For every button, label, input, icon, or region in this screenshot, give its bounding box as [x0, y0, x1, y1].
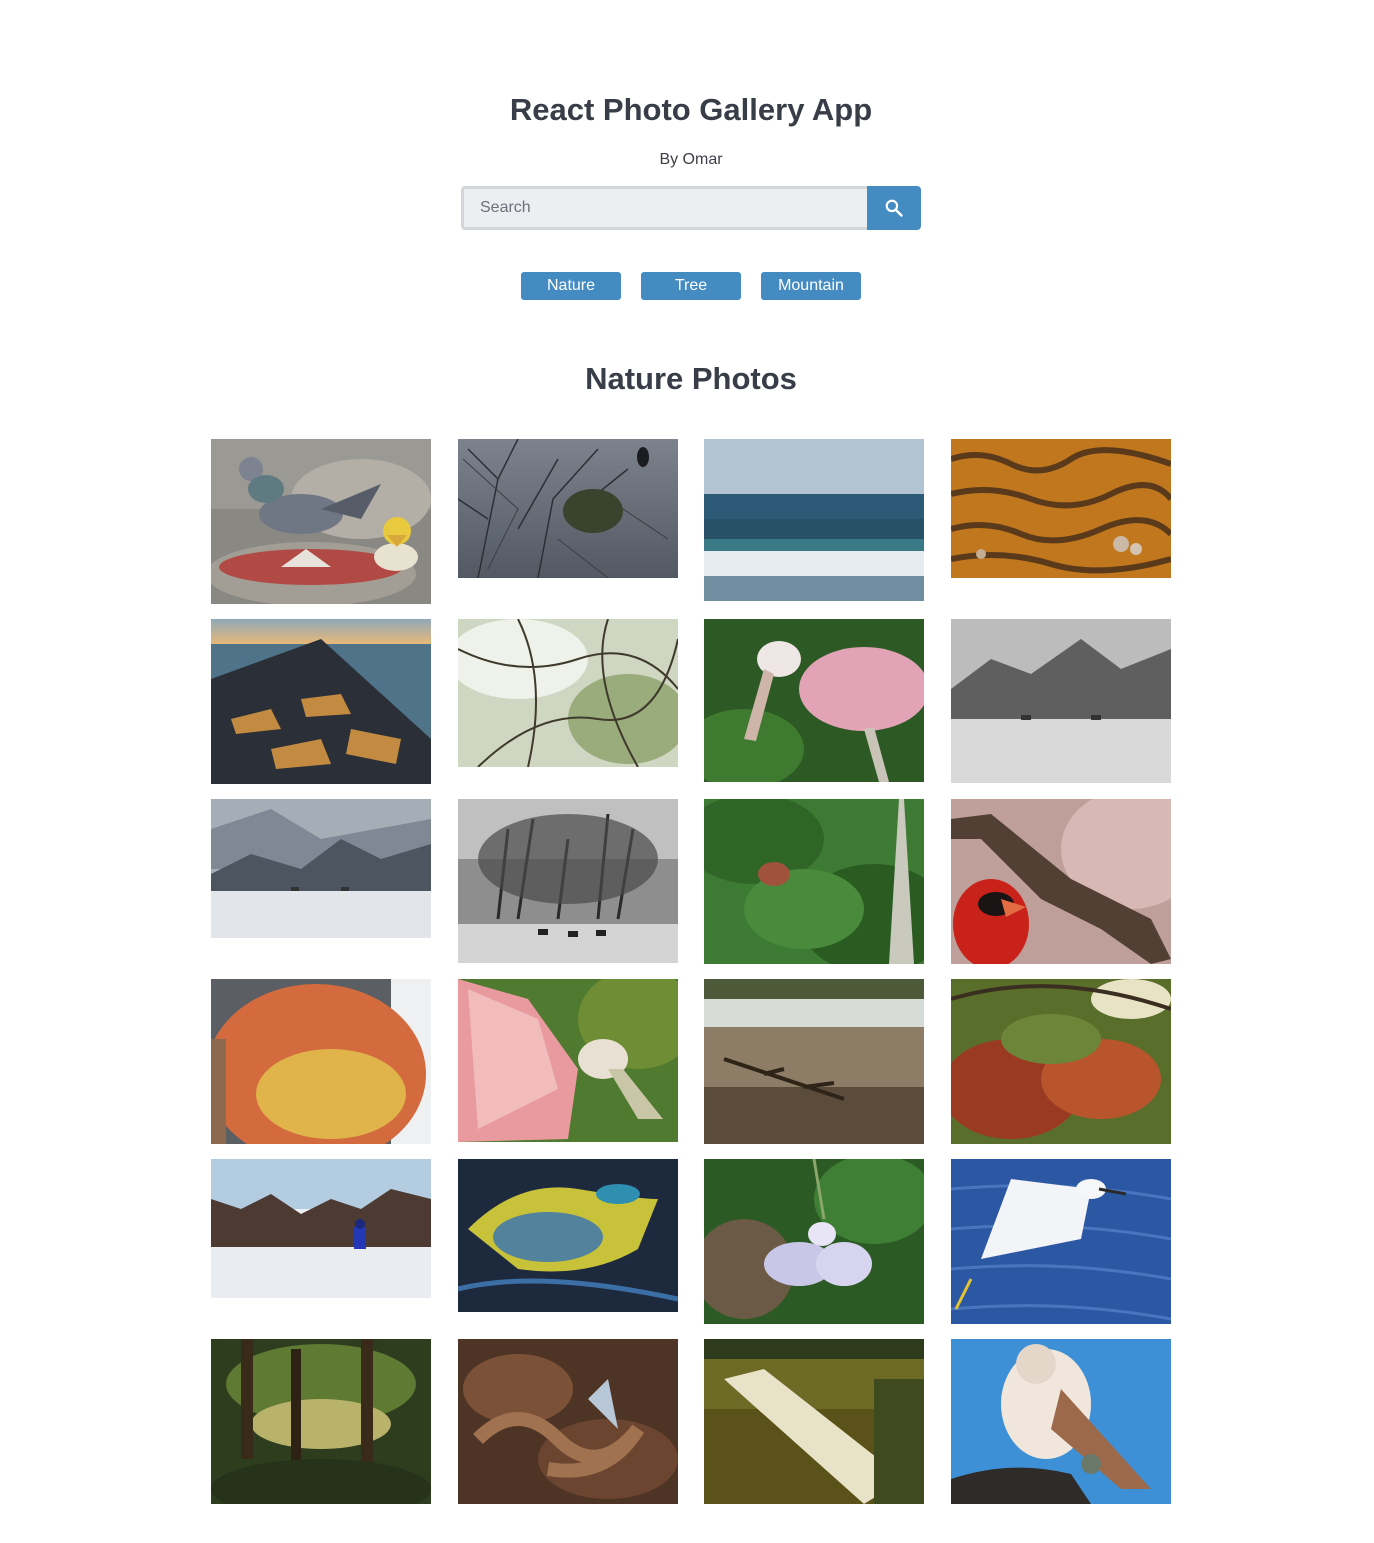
photo-forest-pond[interactable] — [211, 1339, 431, 1504]
search-input[interactable] — [461, 186, 867, 230]
photo-spoonbill-wings[interactable] — [458, 979, 678, 1142]
photo-cardinal-in-tree[interactable] — [704, 799, 924, 964]
photo-egret-over-water[interactable] — [951, 1159, 1171, 1324]
photo-bird-on-bare-tree[interactable] — [458, 439, 678, 578]
gallery-heading: Nature Photos — [585, 361, 797, 396]
nav-button-nature[interactable]: Nature — [521, 272, 621, 300]
photo-foggy-trees-horses[interactable] — [458, 799, 678, 963]
search-form — [461, 186, 921, 230]
author-byline: By Omar — [659, 151, 723, 168]
photo-kestrel-perched[interactable] — [951, 1339, 1171, 1504]
photo-sand-ripples[interactable] — [951, 439, 1171, 578]
photo-camouflaged-snake[interactable] — [458, 1339, 678, 1504]
photo-autumn-leaves[interactable] — [951, 979, 1171, 1144]
photo-roseate-spoonbill[interactable] — [704, 619, 924, 782]
nav-button-mountain[interactable]: Mountain — [761, 272, 861, 300]
photo-rock-jetty-sunset[interactable] — [211, 619, 431, 784]
photo-pigeon-on-birdbath[interactable] — [211, 439, 431, 604]
page-title: React Photo Gallery App — [509, 92, 873, 127]
photo-snowy-foggy-field[interactable] — [211, 799, 431, 938]
photo-aerial-volcanic-lakes[interactable] — [458, 1159, 678, 1312]
photo-cardinal-on-branch[interactable] — [951, 799, 1171, 964]
photo-white-violet-flower[interactable] — [704, 1159, 924, 1324]
photo-stream-with-driftwood[interactable] — [704, 979, 924, 1144]
photo-ocean-waves[interactable] — [704, 439, 924, 601]
search-icon — [885, 199, 903, 217]
photo-apple-closeup[interactable] — [211, 979, 431, 1144]
nav-button-tree[interactable]: Tree — [641, 272, 741, 300]
photo-snowy-walk[interactable] — [211, 1159, 431, 1298]
photo-river-weir[interactable] — [704, 1339, 924, 1504]
category-nav: Nature Tree Mountain — [521, 272, 861, 300]
photo-foggy-field-horses[interactable] — [951, 619, 1171, 783]
search-button[interactable] — [867, 186, 921, 230]
photo-tree-branches[interactable] — [458, 619, 678, 777]
